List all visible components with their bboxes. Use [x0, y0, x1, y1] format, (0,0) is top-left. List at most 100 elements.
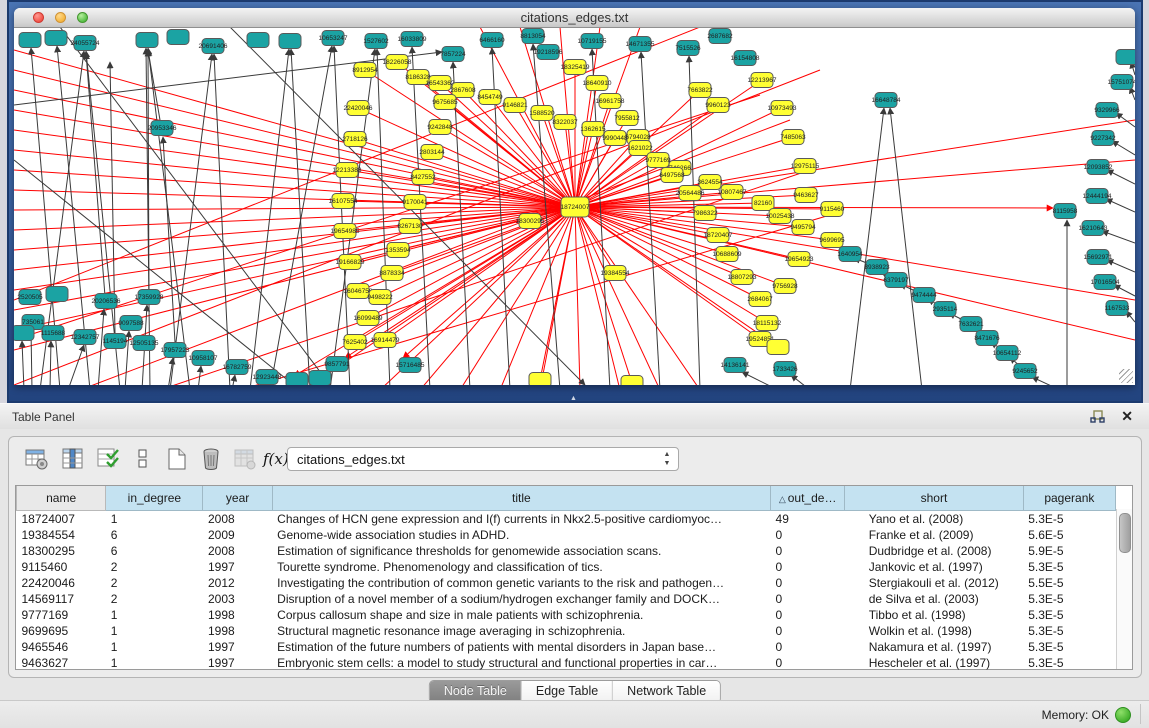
- table-cell: 1998: [203, 607, 272, 623]
- graph-node-yellow[interactable]: [621, 376, 643, 386]
- column-header-in_degree[interactable]: in_degree: [106, 486, 203, 511]
- column-header-name[interactable]: name: [17, 486, 106, 511]
- svg-text:735061: 735061: [22, 319, 44, 326]
- table-panel-header: Table Panel ✕: [0, 403, 1149, 431]
- graph-node-teal[interactable]: [46, 287, 68, 302]
- memory-ok-icon[interactable]: [1115, 707, 1131, 723]
- table-settings-icon[interactable]: [23, 445, 51, 473]
- graph-node-teal[interactable]: [279, 34, 301, 49]
- svg-text:1115688: 1115688: [41, 330, 66, 337]
- svg-text:9777169: 9777169: [645, 157, 671, 164]
- column-header-title[interactable]: title: [272, 486, 770, 511]
- svg-text:9463627: 9463627: [793, 192, 819, 199]
- table-cell: 0: [771, 559, 845, 575]
- table-row[interactable]: 946362711997Embryonic stem cells: a mode…: [17, 655, 1116, 671]
- svg-text:16154808: 16154808: [731, 55, 760, 62]
- table-cell: Estimation of the future numbers of pati…: [272, 639, 770, 655]
- graph-node-teal[interactable]: [1116, 50, 1135, 65]
- table-cell: 2008: [203, 511, 272, 528]
- table-cell: 2: [106, 575, 203, 591]
- table-cell: Wolkin et al. (1998): [845, 623, 1023, 639]
- graph-node-yellow[interactable]: [529, 373, 551, 386]
- splitter-handle[interactable]: ▲: [570, 397, 578, 402]
- column-header-year[interactable]: year: [203, 486, 272, 511]
- graph-node-teal[interactable]: [14, 326, 34, 341]
- dropdown-stepper-icon: ▲▼: [660, 450, 674, 468]
- new-file-icon[interactable]: [163, 445, 191, 473]
- table-cell: 0: [771, 591, 845, 607]
- table-row[interactable]: 1456911722003Disruption of a novel membe…: [17, 591, 1116, 607]
- graph-node-teal[interactable]: [45, 31, 67, 46]
- close-panel-icon[interactable]: ✕: [1121, 408, 1133, 425]
- row-height-icon[interactable]: [129, 445, 157, 473]
- svg-text:1362615: 1362615: [580, 126, 606, 133]
- svg-text:10688609: 10688609: [713, 251, 742, 258]
- svg-text:18720407: 18720407: [704, 232, 733, 239]
- graph-node-teal[interactable]: [309, 371, 331, 386]
- graph-node-teal[interactable]: [167, 30, 189, 45]
- table-row[interactable]: 1830029562008Estimation of significance …: [17, 543, 1116, 559]
- table-row[interactable]: 1872400712008Changes of HCN gene express…: [17, 511, 1116, 528]
- graph-node-teal[interactable]: [19, 33, 41, 48]
- citation-graph[interactable]: 2405572420691406106532471527602160338097…: [14, 28, 1135, 385]
- svg-text:1640954: 1640954: [837, 251, 863, 258]
- svg-text:18325419: 18325419: [561, 64, 590, 71]
- svg-text:9675685: 9675685: [432, 99, 458, 106]
- table-cell: 1: [106, 639, 203, 655]
- table-cell: 5.3E-5: [1023, 639, 1115, 655]
- delete-icon[interactable]: [197, 445, 225, 473]
- table-row[interactable]: 2242004622012Investigating the contribut…: [17, 575, 1116, 591]
- svg-text:12923448: 12923448: [253, 374, 282, 381]
- window-resize-grip[interactable]: [1119, 369, 1133, 383]
- svg-text:2803144: 2803144: [419, 149, 445, 156]
- graph-node-teal[interactable]: [247, 33, 269, 48]
- node-table[interactable]: namein_degreeyeartitle△out_de…shortpager…: [15, 485, 1133, 670]
- table-cell: 6: [106, 527, 203, 543]
- table-cell: 1: [106, 623, 203, 639]
- table-scrollbar[interactable]: [1116, 509, 1132, 669]
- network-canvas[interactable]: 2405572420691406106532471527602160338097…: [14, 28, 1135, 385]
- function-builder-icon[interactable]: f(x): [261, 445, 289, 473]
- table-cell: 18724007: [17, 511, 106, 528]
- svg-text:1588520: 1588520: [529, 110, 555, 117]
- table-selector-dropdown[interactable]: citations_edges.txt ▲▼: [287, 447, 679, 471]
- table-cell: 1: [106, 511, 203, 528]
- table-row[interactable]: 1938455462009Genome-wide association stu…: [17, 527, 1116, 543]
- window-titlebar[interactable]: citations_edges.txt: [14, 8, 1135, 28]
- svg-text:12444194: 12444194: [1083, 193, 1112, 200]
- graph-node-teal[interactable]: [286, 373, 308, 386]
- table-row[interactable]: 969969511998Structural magnetic resonanc…: [17, 623, 1116, 639]
- table-cell: 49: [771, 511, 845, 528]
- panel-title: Table Panel: [12, 410, 75, 424]
- column-header-pagerank[interactable]: pagerank: [1023, 486, 1115, 511]
- import-table-icon[interactable]: [231, 445, 259, 473]
- graph-node-yellow[interactable]: [767, 340, 789, 355]
- table-row[interactable]: 911546021997Tourette syndrome. Phenomeno…: [17, 559, 1116, 575]
- svg-text:16210643: 16210643: [1079, 225, 1108, 232]
- table-cell: 0: [771, 527, 845, 543]
- svg-text:7515526: 7515526: [675, 45, 701, 52]
- graph-node-teal[interactable]: [136, 33, 158, 48]
- table-row[interactable]: 946554611997Estimation of the future num…: [17, 639, 1116, 655]
- status-bar: Memory: OK: [0, 700, 1149, 728]
- svg-text:9227342: 9227342: [1090, 135, 1116, 142]
- table-cell: Franke et al. (2009): [845, 527, 1023, 543]
- table-cell: 18300295: [17, 543, 106, 559]
- table-column-icon[interactable]: [59, 445, 87, 473]
- column-header-short[interactable]: short: [845, 486, 1023, 511]
- scrollbar-thumb[interactable]: [1119, 513, 1131, 553]
- svg-text:7986322: 7986322: [692, 210, 718, 217]
- table-row[interactable]: 977716911998Corpus callosum shape and si…: [17, 607, 1116, 623]
- svg-text:15751074: 15751074: [1108, 79, 1135, 86]
- network-window[interactable]: 2405572420691406106532471527602160338097…: [14, 8, 1135, 385]
- svg-text:10654112: 10654112: [993, 350, 1022, 357]
- table-select-icon[interactable]: [95, 445, 123, 473]
- svg-text:18724007: 18724007: [561, 204, 590, 211]
- column-header-out_de[interactable]: △out_de…: [771, 486, 845, 511]
- table-cell: 9463627: [17, 655, 106, 671]
- table-cell: Stergiakouli et al. (2012): [845, 575, 1023, 591]
- svg-text:12975115: 12975115: [791, 163, 820, 170]
- svg-text:9990448: 9990448: [602, 135, 628, 142]
- svg-text:20206536: 20206536: [92, 298, 121, 305]
- float-window-icon[interactable]: [1090, 410, 1105, 424]
